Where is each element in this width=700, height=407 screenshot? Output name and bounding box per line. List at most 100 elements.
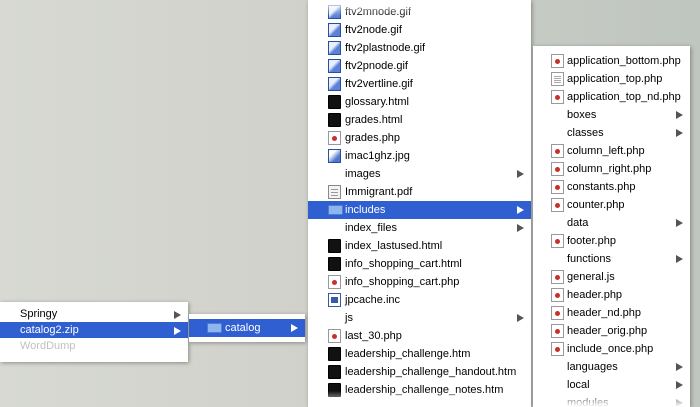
pdf-file-icon <box>328 185 341 199</box>
php-file-icon <box>551 288 564 302</box>
gif-file-icon <box>328 23 341 37</box>
menu-item-data[interactable]: data <box>533 214 690 232</box>
menu-item-label: classes <box>567 127 604 139</box>
folder-icon <box>328 205 343 215</box>
menu-item-label: index_lastused.html <box>345 240 443 252</box>
menu-level-2: catalog <box>189 314 305 342</box>
php-file-icon <box>328 329 341 343</box>
menu-item-index-files[interactable]: index_files <box>308 219 531 237</box>
menu-item-application-bottom-php[interactable]: application_bottom.php <box>533 52 690 70</box>
gif-file-icon <box>328 41 341 55</box>
menu-item-general-js[interactable]: general.js <box>533 268 690 286</box>
menu-item-application-top-nd-php[interactable]: application_top_nd.php <box>533 88 690 106</box>
menu-item-jpcache-inc[interactable]: jpcache.inc <box>308 291 531 309</box>
menu-bottom-fade <box>533 391 690 407</box>
php-file-icon <box>551 234 564 248</box>
menu-item-js[interactable]: js <box>308 309 531 327</box>
menu-item-label: header_orig.php <box>567 325 648 337</box>
menu-item-info-shopping-cart-html[interactable]: info_shopping_cart.html <box>308 255 531 273</box>
html-file-icon <box>328 347 341 361</box>
menu-item-functions[interactable]: functions <box>533 250 690 268</box>
menu-item-leadership-challenge-htm[interactable]: leadership_challenge.htm <box>308 345 531 363</box>
menu-item-label: ftv2node.gif <box>345 24 402 36</box>
menu-item-worddump[interactable]: WordDump <box>0 338 188 354</box>
php-file-icon <box>328 131 341 145</box>
menu-item-header-nd-php[interactable]: header_nd.php <box>533 304 690 322</box>
menu-item-label: grades.php <box>345 132 401 144</box>
jpg-file-icon <box>328 149 341 163</box>
menu-item-label: info_shopping_cart.html <box>345 258 462 270</box>
text-file-icon <box>551 72 564 86</box>
menu-item-grades-html[interactable]: grades.html <box>308 111 531 129</box>
menu-item-ftv2node-gif[interactable]: ftv2node.gif <box>308 21 531 39</box>
menu-item-label: data <box>567 217 589 229</box>
menu-item-catalog2-zip[interactable]: catalog2.zip <box>0 322 188 338</box>
menu-item-constants-php[interactable]: constants.php <box>533 178 690 196</box>
menu-level-3: ftv2mnode.gifftv2node.gifftv2plastnode.g… <box>308 0 531 407</box>
menu-item-catalog[interactable]: catalog <box>189 319 305 337</box>
menu-bottom-fade <box>308 391 531 407</box>
html-file-icon <box>328 95 341 109</box>
menu-item-index-lastused-html[interactable]: index_lastused.html <box>308 237 531 255</box>
menu-item-immigrant-pdf[interactable]: Immigrant.pdf <box>308 183 531 201</box>
menu-item-includes[interactable]: includes <box>308 201 531 219</box>
menu-item-imac1ghz-jpg[interactable]: imac1ghz.jpg <box>308 147 531 165</box>
menu-item-label: info_shopping_cart.php <box>345 276 460 288</box>
menu-item-label: functions <box>567 253 612 265</box>
menu-item-ftv2vertline-gif[interactable]: ftv2vertline.gif <box>308 75 531 93</box>
menu-item-label: js <box>345 312 353 324</box>
menu-item-label: header.php <box>567 289 623 301</box>
submenu-arrow-icon <box>676 129 683 137</box>
submenu-arrow-icon <box>517 224 524 232</box>
gif-file-icon <box>328 59 341 73</box>
menu-item-ftv2pnode-gif[interactable]: ftv2pnode.gif <box>308 57 531 75</box>
menu-item-label: application_top.php <box>567 73 663 85</box>
submenu-arrow-icon <box>517 314 524 322</box>
menu-item-column-right-php[interactable]: column_right.php <box>533 160 690 178</box>
menu-item-label: counter.php <box>567 199 625 211</box>
menu-item-include-once-php[interactable]: include_once.php <box>533 340 690 358</box>
menu-level-4: application_bottom.php application_top.ph… <box>533 46 690 407</box>
php-file-icon <box>551 270 564 284</box>
menu-item-label: Springy <box>20 308 58 320</box>
menu-item-label: column_left.php <box>567 145 645 157</box>
menu-item-leadership-challenge-handout-htm[interactable]: leadership_challenge_handout.htm <box>308 363 531 381</box>
menu-item-info-shopping-cart-php[interactable]: info_shopping_cart.php <box>308 273 531 291</box>
menu-item-label: ftv2vertline.gif <box>345 78 413 90</box>
menu-item-grades-php[interactable]: grades.php <box>308 129 531 147</box>
menu-item-label: languages <box>567 361 618 373</box>
menu-item-counter-php[interactable]: counter.php <box>533 196 690 214</box>
menu-item-label: header_nd.php <box>567 307 642 319</box>
menu-item-label: boxes <box>567 109 597 121</box>
submenu-arrow-icon <box>676 255 683 263</box>
submenu-arrow-icon <box>676 381 683 389</box>
php-file-icon <box>551 54 564 68</box>
menu-item-images[interactable]: images <box>308 165 531 183</box>
menu-item-classes[interactable]: classes <box>533 124 690 142</box>
menu-item-label: catalog2.zip <box>20 324 79 336</box>
menu-item-header-php[interactable]: header.php <box>533 286 690 304</box>
menu-item-label: column_right.php <box>567 163 652 175</box>
menu-item-boxes[interactable]: boxes <box>533 106 690 124</box>
menu-item-column-left-php[interactable]: column_left.php <box>533 142 690 160</box>
menu-item-languages[interactable]: languages <box>533 358 690 376</box>
submenu-arrow-icon <box>174 327 181 335</box>
menu-top-fade <box>308 0 531 16</box>
menu-item-label: general.js <box>567 271 615 283</box>
menu-item-label: leadership_challenge.htm <box>345 348 471 360</box>
php-file-icon <box>551 180 564 194</box>
menu-item-footer-php[interactable]: footer.php <box>533 232 690 250</box>
html-file-icon <box>328 365 341 379</box>
menu-item-application-top-php[interactable]: application_top.php <box>533 70 690 88</box>
php-file-icon <box>551 162 564 176</box>
menu-item-header-orig-php[interactable]: header_orig.php <box>533 322 690 340</box>
menu-item-springy[interactable]: Springy <box>0 306 188 322</box>
menu-item-ftv2plastnode-gif[interactable]: ftv2plastnode.gif <box>308 39 531 57</box>
menu-item-label: jpcache.inc <box>345 294 401 306</box>
menu-item-glossary-html[interactable]: glossary.html <box>308 93 531 111</box>
menu-item-last-30-php[interactable]: last_30.php <box>308 327 531 345</box>
menu-item-label: application_top_nd.php <box>567 91 681 103</box>
menu-item-label: ftv2pnode.gif <box>345 60 408 72</box>
gif-file-icon <box>328 77 341 91</box>
php-file-icon <box>551 342 564 356</box>
